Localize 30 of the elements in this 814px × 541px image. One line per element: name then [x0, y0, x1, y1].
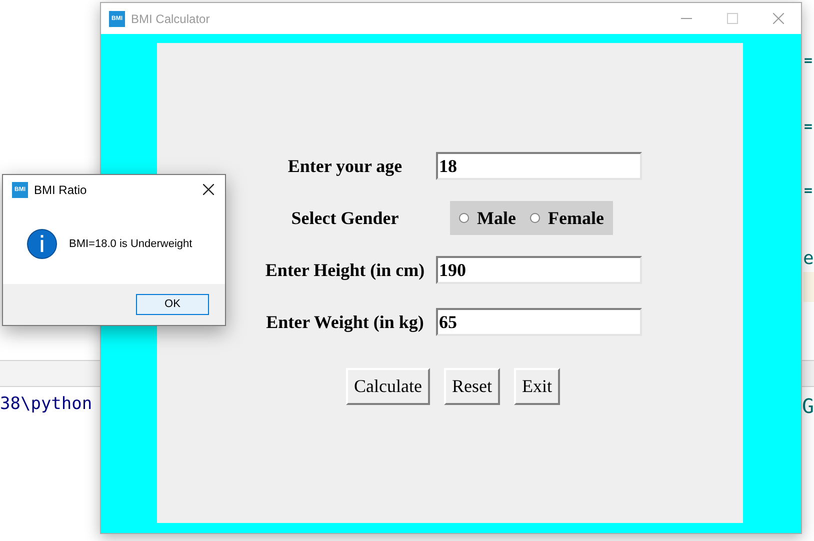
- form-button[interactable]: Exit: [514, 368, 560, 405]
- input-field[interactable]: 18: [436, 152, 642, 180]
- form-button[interactable]: Reset: [444, 368, 500, 405]
- field-label: Enter Weight (in kg): [265, 310, 425, 334]
- close-icon: [772, 13, 784, 24]
- form-button[interactable]: Calculate: [346, 368, 430, 405]
- radio-button[interactable]: [530, 213, 540, 223]
- code-text: 38\python: [0, 396, 92, 413]
- dialog-message: BMI=18.0 is Underweight: [69, 236, 192, 252]
- ok-button[interactable]: OK: [136, 294, 209, 315]
- maximize-icon: [726, 13, 738, 24]
- code-text: =: [804, 120, 812, 134]
- field-label: Enter your age: [286, 154, 404, 178]
- code-text: G: [802, 396, 814, 416]
- field-label: Enter Height (in cm): [264, 258, 426, 282]
- code-text: =: [804, 54, 812, 68]
- window-title: BMI Calculator: [131, 10, 210, 28]
- dialog-title: BMI Ratio: [34, 182, 87, 198]
- code-text: e: [803, 250, 814, 268]
- minimize-icon: [680, 18, 692, 19]
- input-field[interactable]: 65: [436, 308, 642, 336]
- radio-option[interactable]: Female: [530, 204, 604, 232]
- radio-option[interactable]: Male: [459, 204, 516, 232]
- radio-button[interactable]: [459, 213, 469, 223]
- info-icon: [27, 229, 57, 259]
- field-label: Select Gender: [290, 206, 400, 230]
- close-icon[interactable]: [203, 184, 214, 195]
- editor-highlight: [803, 272, 814, 302]
- code-text: =: [804, 184, 812, 198]
- input-field[interactable]: 190: [436, 256, 642, 284]
